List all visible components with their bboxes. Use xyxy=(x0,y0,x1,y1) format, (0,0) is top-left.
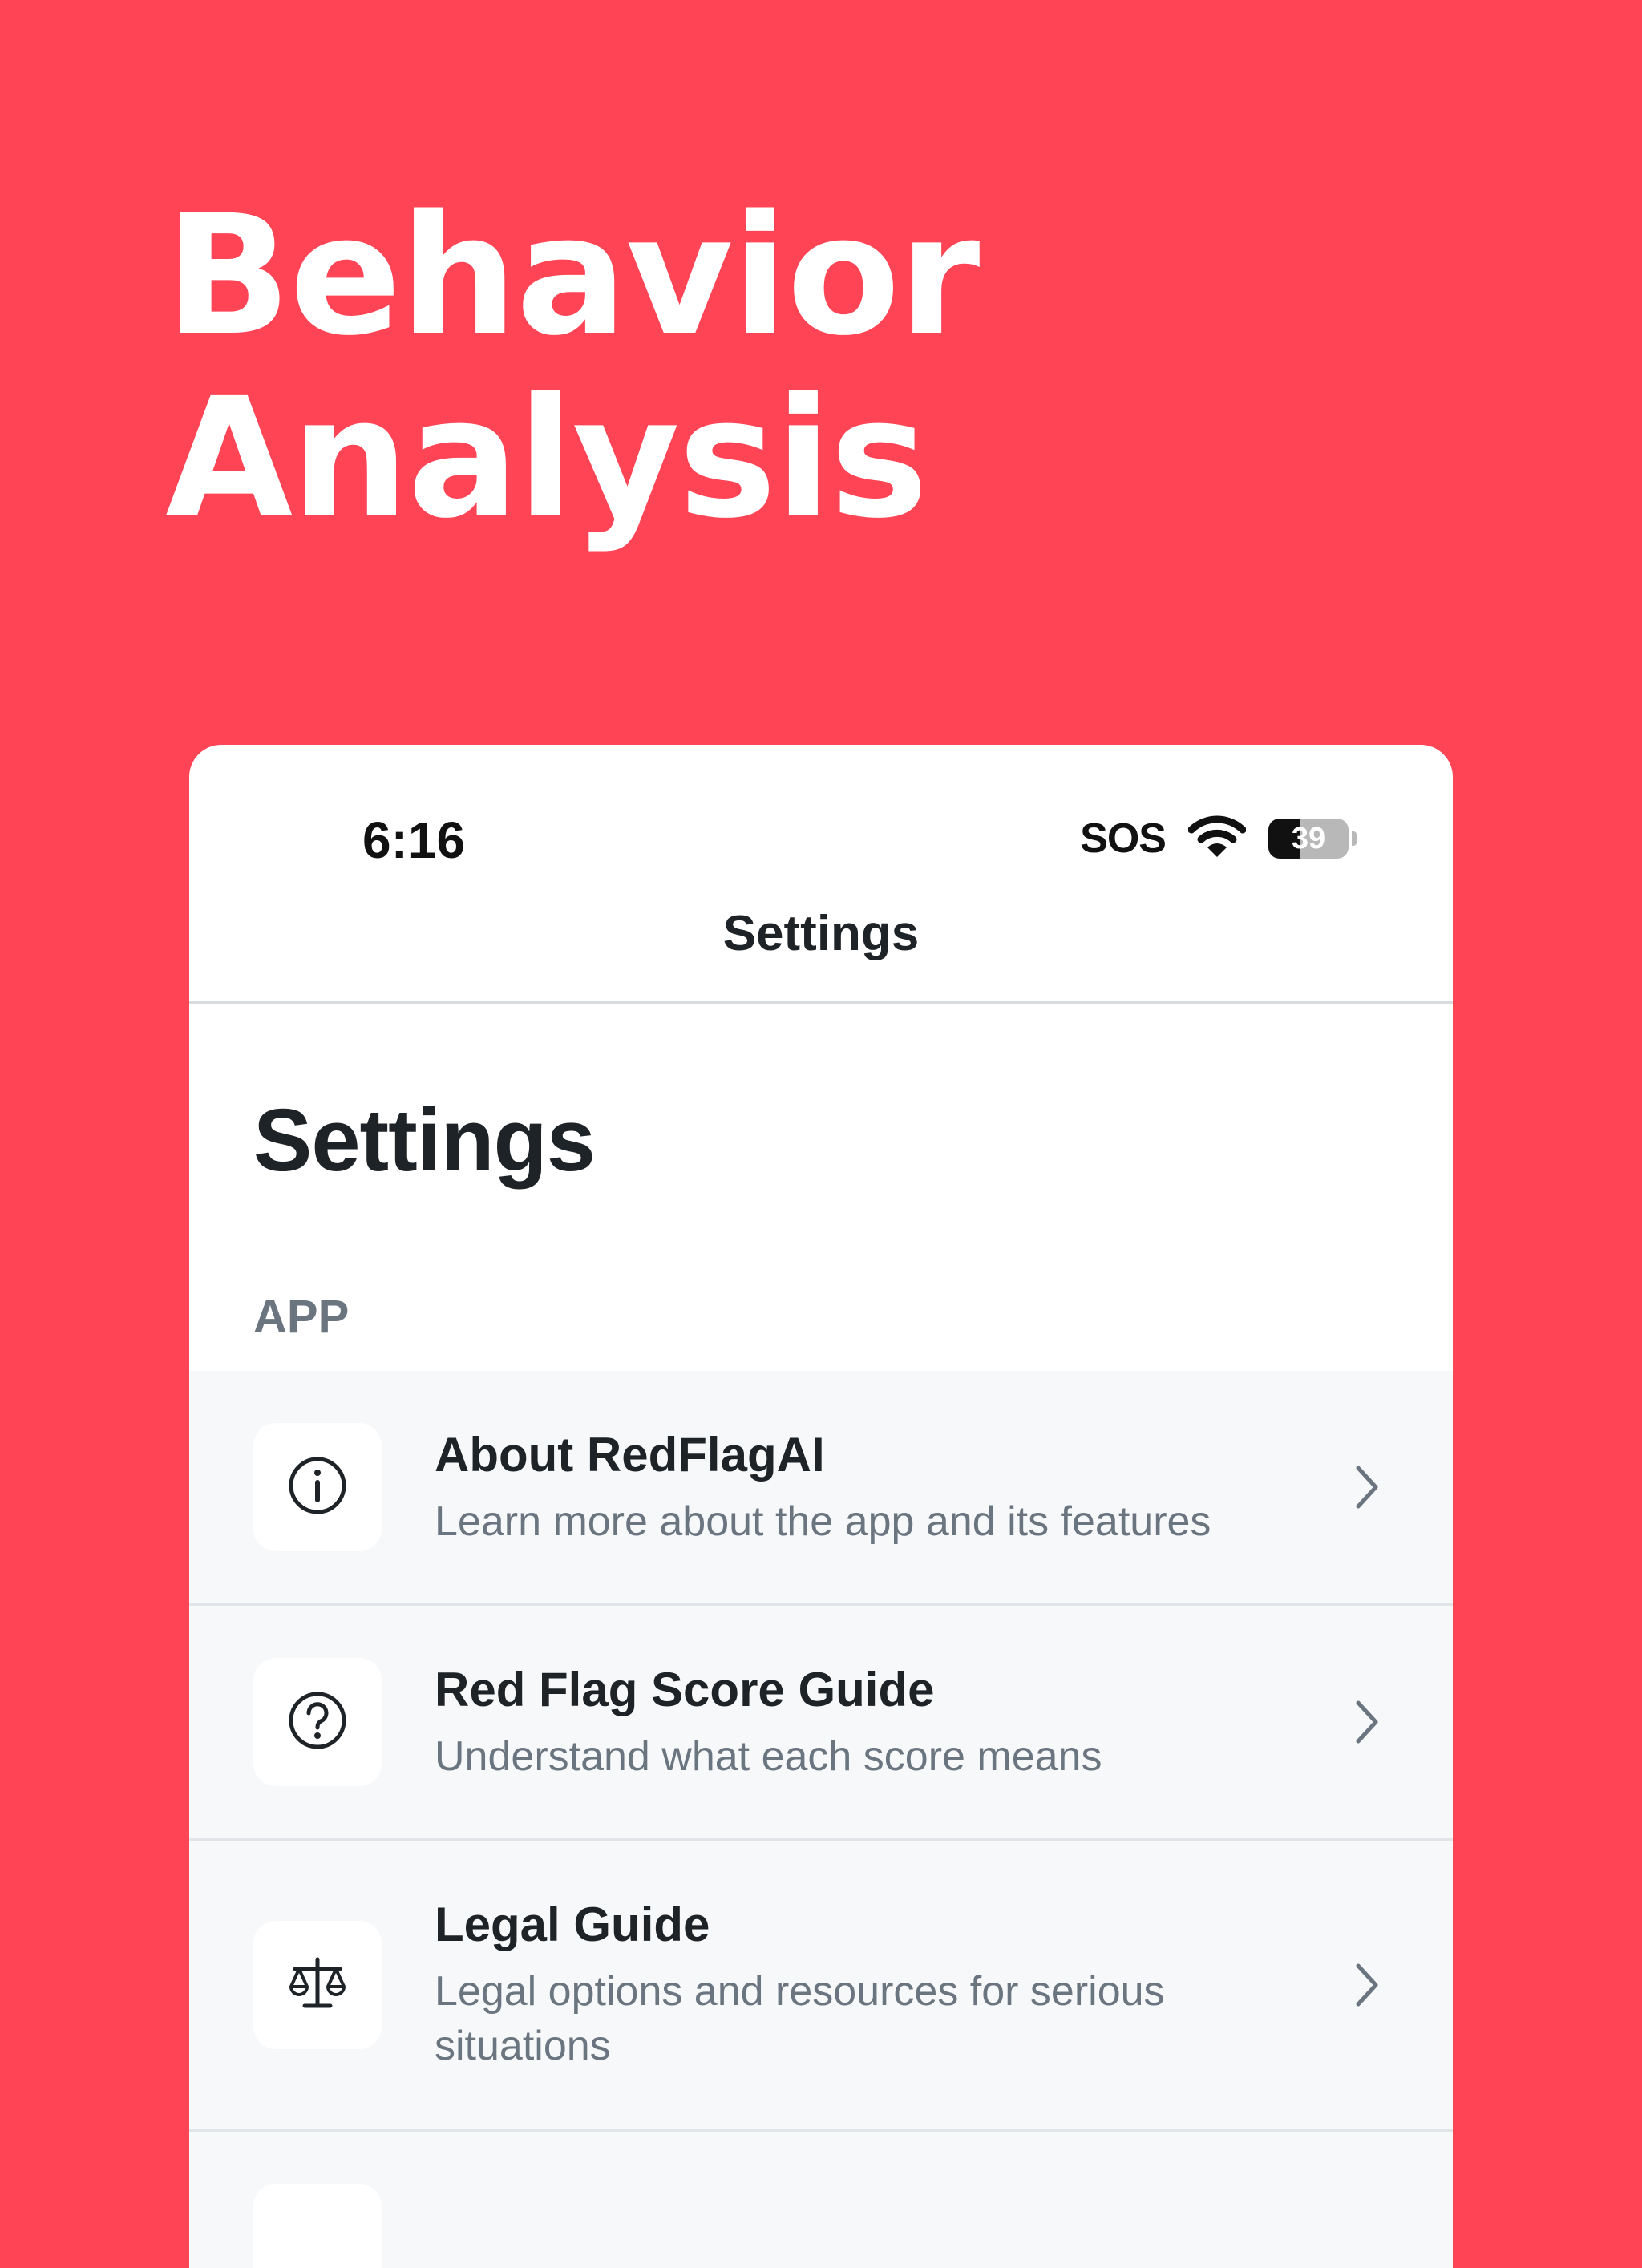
question-icon xyxy=(285,1688,350,1757)
chevron-right-icon xyxy=(1353,1463,1381,1515)
battery-icon: 39 xyxy=(1268,818,1349,859)
settings-item-title: About RedFlagAI xyxy=(435,1428,825,1482)
headline-line-2: Analysis xyxy=(165,362,928,555)
status-bar: 6:16 SOS 39 xyxy=(189,745,1453,873)
chevron-right-icon xyxy=(1353,1698,1381,1750)
wifi-icon xyxy=(1187,814,1247,863)
info-icon xyxy=(285,1453,350,1522)
settings-item-score-guide[interactable]: Red Flag Score Guide Understand what eac… xyxy=(189,1606,1453,1841)
settings-item-title: Red Flag Score Guide xyxy=(435,1663,935,1716)
headline-line-1: Behavior xyxy=(165,180,980,372)
settings-item-subtitle: Learn more about the app and its feature… xyxy=(435,1498,1211,1545)
headline: Behavior Analysis xyxy=(165,180,980,555)
settings-item-about[interactable]: About RedFlagAI Learn more about the app… xyxy=(189,1371,1453,1606)
battery-level: 39 xyxy=(1291,821,1326,855)
icon-box xyxy=(253,1921,382,2049)
icon-box xyxy=(253,1423,382,1551)
settings-item-subtitle: Understand what each score means xyxy=(435,1733,1102,1780)
scale-icon xyxy=(285,1951,350,2019)
settings-item-title: Legal Guide xyxy=(435,1898,710,1951)
settings-item-partial[interactable] xyxy=(189,2132,1453,2268)
settings-item-legal-guide[interactable]: Legal Guide Legal options and resources … xyxy=(189,1841,1453,2132)
icon-box xyxy=(253,2184,382,2268)
sos-indicator: SOS xyxy=(1080,815,1167,862)
status-time: 6:16 xyxy=(362,811,466,869)
icon-box xyxy=(253,1658,382,1786)
status-indicators: SOS 39 xyxy=(1080,814,1357,863)
page-title: Settings xyxy=(253,1091,596,1190)
settings-list: About RedFlagAI Learn more about the app… xyxy=(189,1371,1453,2268)
chevron-right-icon xyxy=(1353,1961,1381,2013)
section-header-app: APP xyxy=(253,1291,350,1343)
navigation-bar: Settings xyxy=(189,873,1453,1004)
phone-screen: 6:16 SOS 39 Settings Settings APP About … xyxy=(189,745,1453,2268)
nav-title: Settings xyxy=(722,906,920,961)
battery-cap xyxy=(1352,831,1357,846)
settings-item-subtitle: Legal options and resources for serious … xyxy=(435,1968,1165,2069)
